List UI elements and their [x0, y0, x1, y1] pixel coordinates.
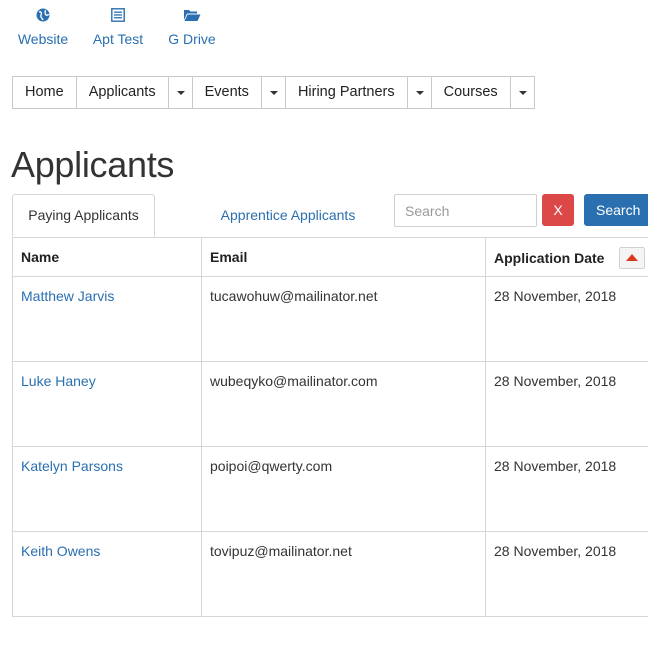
events-dropdown-caret-icon[interactable] — [262, 77, 286, 108]
applicants-table: Name Email Application Date Matthew Jarv… — [12, 237, 648, 617]
courses-dropdown-caret-icon[interactable] — [511, 77, 534, 108]
tab-apprentice-applicants[interactable]: Apprentice Applicants — [204, 194, 372, 237]
nav-hiring-partners[interactable]: Hiring Partners — [285, 77, 408, 108]
clear-search-button[interactable]: X — [542, 194, 574, 226]
apt-test-link[interactable]: Apt Test — [91, 8, 145, 47]
nav-courses[interactable]: Courses — [431, 77, 511, 108]
page-title: Applicants — [11, 144, 175, 185]
applicant-email: poipoi@qwerty.com — [210, 458, 333, 474]
hiring-partners-dropdown-caret-icon[interactable] — [408, 77, 432, 108]
column-header-application-date[interactable]: Application Date — [494, 250, 604, 266]
nav-home[interactable]: Home — [13, 77, 77, 108]
applicant-name-link[interactable]: Keith Owens — [21, 543, 100, 559]
applicant-date: 28 November, 2018 — [494, 373, 617, 389]
search-button[interactable]: Search — [584, 194, 648, 226]
applicant-name-link[interactable]: Katelyn Parsons — [21, 458, 123, 474]
column-header-email[interactable]: Email — [210, 249, 247, 265]
applicants-dropdown-caret-icon[interactable] — [169, 77, 193, 108]
g-drive-link-label: G Drive — [168, 31, 216, 47]
applicant-date: 28 November, 2018 — [494, 288, 617, 304]
website-link-label: Website — [17, 31, 69, 47]
nav-applicants[interactable]: Applicants — [76, 77, 169, 108]
applicant-date: 28 November, 2018 — [494, 543, 617, 559]
column-header-name[interactable]: Name — [21, 249, 59, 265]
applicant-email: tucawohuw@mailinator.net — [210, 288, 378, 304]
tab-paying-applicants[interactable]: Paying Applicants — [12, 194, 155, 237]
applicant-name-link[interactable]: Matthew Jarvis — [21, 288, 114, 304]
applicant-name-link[interactable]: Luke Haney — [21, 373, 96, 389]
g-drive-link[interactable]: G Drive — [168, 8, 216, 47]
website-link[interactable]: Website — [17, 8, 69, 47]
applicant-date: 28 November, 2018 — [494, 458, 617, 474]
sort-ascending-icon[interactable] — [619, 247, 645, 269]
folder-open-icon — [168, 8, 216, 28]
applicant-email: tovipuz@mailinator.net — [210, 543, 352, 559]
globe-icon — [17, 8, 69, 28]
search-input[interactable] — [394, 194, 537, 227]
main-nav: Home Applicants Events Hiring Partners C… — [12, 76, 535, 109]
nav-events[interactable]: Events — [192, 77, 262, 108]
apt-test-link-label: Apt Test — [92, 31, 144, 47]
list-icon — [91, 8, 145, 28]
applicant-email: wubeqyko@mailinator.com — [210, 373, 378, 389]
